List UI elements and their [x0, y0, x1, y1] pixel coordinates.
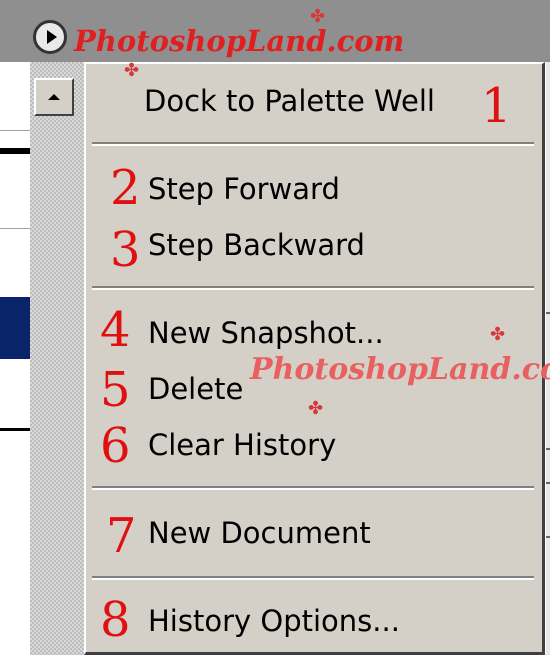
menu-item-label: New Document — [148, 516, 371, 550]
annotation-number: 3 — [110, 222, 141, 278]
menu-item-label: New Snapshot... — [148, 316, 384, 350]
menu-item-label: Dock to Palette Well — [144, 84, 435, 118]
butterfly-icon: ✤ — [310, 6, 326, 27]
menu-item-step-forward[interactable]: Step Forward 2 — [86, 164, 542, 214]
history-item-marker — [0, 428, 30, 431]
edge-tick — [546, 482, 550, 484]
edge-tick — [546, 312, 550, 314]
butterfly-icon: ✤ — [124, 60, 140, 81]
menu-item-label: History Options... — [148, 604, 400, 638]
butterfly-icon: ✤ — [490, 324, 506, 345]
annotation-number: 1 — [481, 78, 512, 134]
annotation-number: 6 — [100, 418, 131, 474]
menu-separator — [92, 286, 534, 290]
menu-item-label: Clear History — [148, 428, 337, 462]
divider — [0, 228, 30, 229]
annotation-number: 5 — [100, 362, 131, 418]
menu-item-step-backward[interactable]: Step Backward 3 — [86, 220, 542, 274]
menu-item-dock-to-palette-well[interactable]: Dock to Palette Well 1 — [86, 76, 542, 130]
palette-menu-button[interactable] — [33, 20, 67, 54]
annotation-number: 2 — [110, 160, 141, 216]
edge-tick — [546, 448, 550, 450]
butterfly-icon: ✤ — [308, 398, 324, 419]
annotation-number: 7 — [106, 508, 137, 564]
menu-item-label: Step Backward — [148, 228, 365, 262]
circle-arrow-right-icon — [46, 30, 57, 44]
menu-item-clear-history[interactable]: Clear History 6 — [86, 420, 542, 470]
menu-item-new-snapshot[interactable]: New Snapshot... 4 — [86, 302, 542, 358]
watermark-text: PhotoshopLand.co — [250, 352, 550, 387]
scroll-up-arrow-icon — [48, 94, 60, 100]
selected-history-state[interactable] — [0, 297, 30, 359]
menu-item-new-document[interactable]: New Document 7 — [86, 508, 542, 564]
menu-separator — [92, 486, 534, 490]
menu-separator — [92, 576, 534, 580]
edge-tick — [546, 536, 550, 538]
annotation-number: 4 — [100, 302, 131, 358]
menu-item-history-options[interactable]: History Options... 8 — [86, 596, 542, 646]
menu-item-label: Step Forward — [148, 172, 340, 206]
annotation-number: 8 — [100, 592, 131, 648]
scrollbar-track[interactable] — [30, 62, 86, 655]
divider — [0, 130, 30, 131]
menu-separator — [92, 142, 534, 146]
history-item-marker — [0, 148, 30, 154]
menu-item-label: Delete — [148, 372, 244, 406]
watermark-text: PhotoshopLand.com — [74, 24, 405, 58]
scroll-up-button[interactable] — [34, 78, 74, 116]
